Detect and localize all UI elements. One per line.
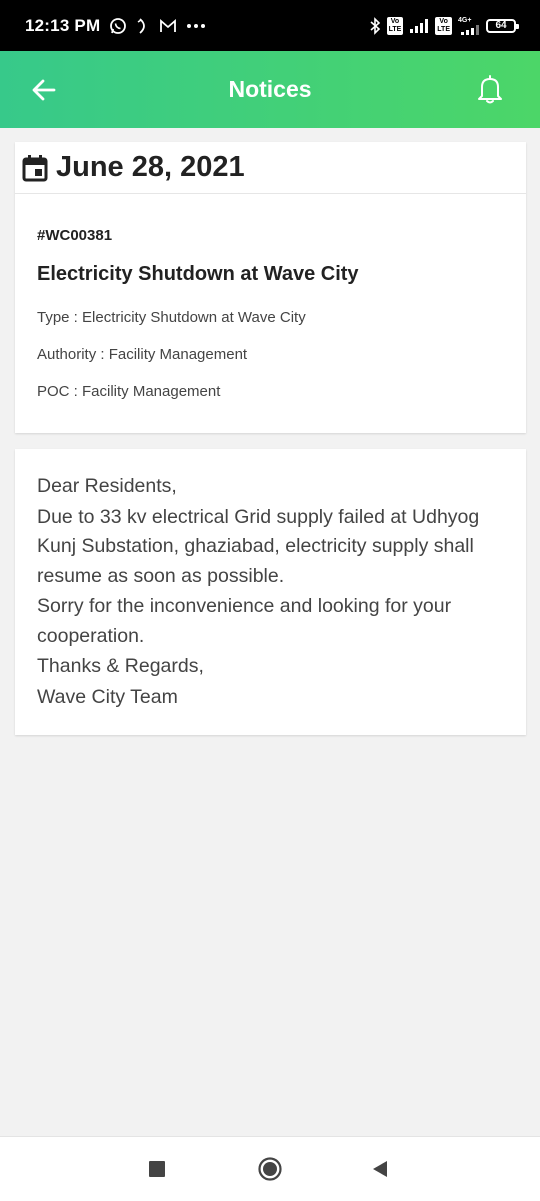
notice-title: Electricity Shutdown at Wave City (37, 263, 359, 285)
system-nav-bar (0, 1136, 540, 1201)
notice-body: Dear Residents, Due to 33 kv electrical … (37, 472, 507, 713)
message-closing: Thanks & Regards, (37, 655, 204, 677)
recents-button[interactable] (149, 1161, 165, 1177)
status-bar: 12:13 PM Vo LTE Vo LTE 4G+ 64 (0, 0, 540, 51)
message-paragraph: Due to 33 kv electrical Grid supply fail… (37, 505, 480, 587)
notice-date: June 28, 2021 (56, 151, 245, 183)
system-back-button[interactable] (371, 1160, 389, 1178)
battery-icon: 64 (486, 18, 519, 33)
notice-authority: Authority : Facility Management (37, 346, 248, 363)
arrow-left-icon (32, 79, 56, 101)
gmail-icon (159, 18, 177, 33)
volte-icon-2: Vo LTE (435, 16, 452, 35)
page-title: Notices (228, 76, 312, 102)
notice-type: Type : Electricity Shutdown at Wave City (37, 309, 306, 326)
status-bar-left: 12:13 PM (25, 16, 206, 36)
bell-icon (478, 75, 502, 104)
clock: 12:13 PM (25, 15, 101, 35)
bluetooth-icon (369, 16, 381, 35)
date-header: June 28, 2021 (15, 142, 526, 194)
notice-id: #WC00381 (37, 227, 113, 244)
signal-icon (409, 18, 429, 34)
message-paragraph-2: Sorry for the inconvenience and looking … (37, 595, 452, 647)
notice-body-card: Dear Residents, Due to 33 kv electrical … (15, 449, 526, 735)
message-signature: Wave City Team (37, 685, 178, 708)
volte-icon: Vo LTE (386, 16, 404, 35)
notice-card: June 28, 2021 #WC00381 Electricity Shutd… (15, 142, 526, 433)
more-dots-icon (186, 23, 206, 29)
network-label: 4G+ (458, 16, 472, 24)
status-bar-right: Vo LTE Vo LTE 4G+ 64 (369, 16, 519, 35)
battery-level: 64 (495, 20, 507, 31)
app-bar: Notices (0, 51, 540, 128)
back-button[interactable] (30, 76, 58, 104)
network-4g-icon: 4G+ (458, 17, 480, 35)
whatsapp-icon (109, 17, 127, 35)
notice-poc: POC : Facility Management (37, 383, 221, 400)
notifications-button[interactable] (476, 73, 504, 105)
calendar-icon (22, 154, 48, 181)
moon-icon (136, 17, 150, 35)
message-greeting: Dear Residents, (37, 475, 177, 497)
home-button[interactable] (258, 1157, 282, 1181)
